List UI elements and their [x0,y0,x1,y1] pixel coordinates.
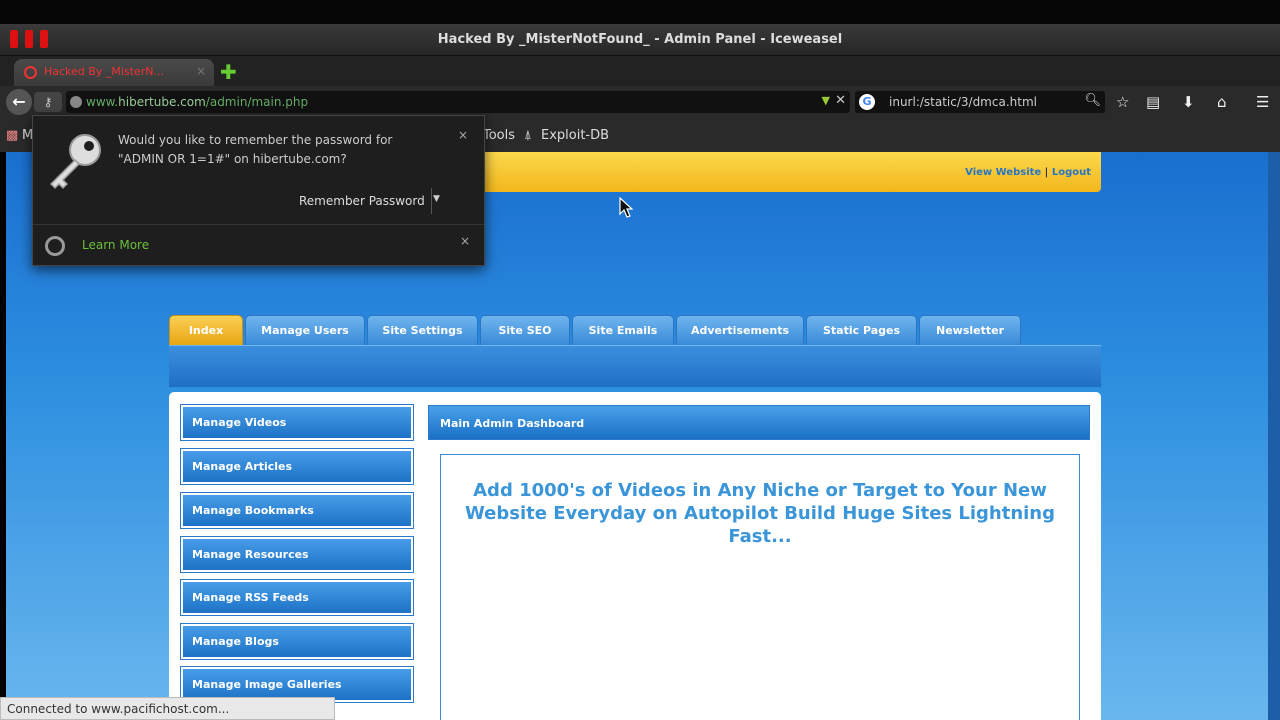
bookmark-rss-icon[interactable]: ▩ [6,128,18,143]
sidebar-manage-rss-feeds[interactable]: Manage RSS Feeds [180,579,414,616]
navigation-bar: ← ⚷ www.hibertube.com/admin/main.php ▼ ✕… [0,86,1280,118]
search-bar[interactable]: G inurl:/static/3/dmca.html 🔍︎ [855,91,1105,113]
tab-site-seo[interactable]: Site SEO [480,315,570,345]
stop-icon[interactable]: ✕ [835,93,846,108]
google-search-engine-icon[interactable]: G [859,94,875,110]
admin-content: Manage Videos Manage Articles Manage Boo… [169,392,1101,720]
tab-static-pages[interactable]: Static Pages [806,315,917,345]
tab-advertisements[interactable]: Advertisements [676,315,804,345]
window-titlebar: Hacked By _MisterNotFound_ - Admin Panel… [0,24,1280,56]
bookmark-exploit-db[interactable]: Exploit-DB [541,128,609,143]
tab-label: Hacked By _MisterN... [44,65,164,78]
view-website-link[interactable]: View Website [965,167,1041,178]
bookmark-tools[interactable]: Tools [483,128,515,143]
tab-close-icon[interactable]: × [196,64,206,78]
password-key-icon[interactable]: ⚷ [34,92,62,112]
page-scrollbar[interactable] [1268,152,1280,720]
sidebar-manage-articles[interactable]: Manage Articles [180,448,414,485]
back-button[interactable]: ← [6,89,32,115]
tab-index[interactable]: Index [169,315,243,345]
dashboard-title: Main Admin Dashboard [428,405,1090,440]
browser-tab[interactable]: Hacked By _MisterN... × [14,59,214,86]
tab-newsletter[interactable]: Newsletter [919,315,1021,345]
popup-message: Would you like to remember the password … [118,133,393,166]
search-input[interactable]: inurl:/static/3/dmca.html [889,95,1037,109]
exploit-db-icon[interactable]: ⍋ [524,128,532,143]
site-identity-icon[interactable] [70,96,82,108]
url-bar[interactable]: www.hibertube.com/admin/main.php ▼ ✕ [66,91,850,113]
header-links: View Website | Logout [965,167,1091,178]
remember-password-popup: Would you like to remember the password … [32,115,485,266]
desktop-top-strip [0,0,1280,24]
remember-password-button[interactable]: Remember Password [293,188,432,214]
popup-close-icon[interactable]: × [458,128,468,142]
menu-icon[interactable]: ☰ [1256,93,1269,111]
new-tab-icon[interactable]: ✚ [220,60,237,84]
tab-manage-users[interactable]: Manage Users [245,315,365,345]
home-icon[interactable]: ⌂ [1217,93,1227,111]
search-icon[interactable]: 🔍︎ [1084,93,1101,108]
url-text[interactable]: www.hibertube.com/admin/main.php [86,95,308,109]
nav-subpanel [169,345,1101,387]
sidebar-manage-blogs[interactable]: Manage Blogs [180,623,414,660]
remember-dropdown-icon[interactable]: ▼ [433,194,440,204]
dashboard-box: Add 1000's of Videos in Any Niche or Tar… [440,454,1080,720]
admin-header: View Website | Logout [484,152,1101,192]
logout-link[interactable]: Logout [1052,167,1091,178]
sidebar-manage-resources[interactable]: Manage Resources [180,536,414,573]
tab-favicon-icon [24,66,37,79]
popup-divider [33,224,484,225]
url-dropdown-icon[interactable]: ▼ [822,94,830,107]
sidebar-manage-bookmarks[interactable]: Manage Bookmarks [180,492,414,529]
window-title: Hacked By _MisterNotFound_ - Admin Panel… [437,32,843,47]
download-icon[interactable]: ⬇ [1182,93,1195,111]
status-bar: Connected to www.pacifichost.com... [0,697,335,720]
mouse-cursor-icon [619,197,633,218]
tab-site-emails[interactable]: Site Emails [572,315,674,345]
sidebar-manage-videos[interactable]: Manage Videos [180,404,414,441]
tab-bar: Hacked By _MisterN... × ✚ [0,56,1280,86]
key-icon [49,134,101,190]
reader-icon[interactable]: ▤ [1146,93,1160,111]
notification-close-icon[interactable]: × [460,234,470,248]
tab-site-settings[interactable]: Site Settings [367,315,478,345]
learn-more-link[interactable]: Learn More [82,238,149,252]
star-icon[interactable]: ☆ [1116,93,1129,111]
learn-more-icon [45,236,65,256]
dashboard-headline: Add 1000's of Videos in Any Niche or Tar… [464,480,1056,547]
